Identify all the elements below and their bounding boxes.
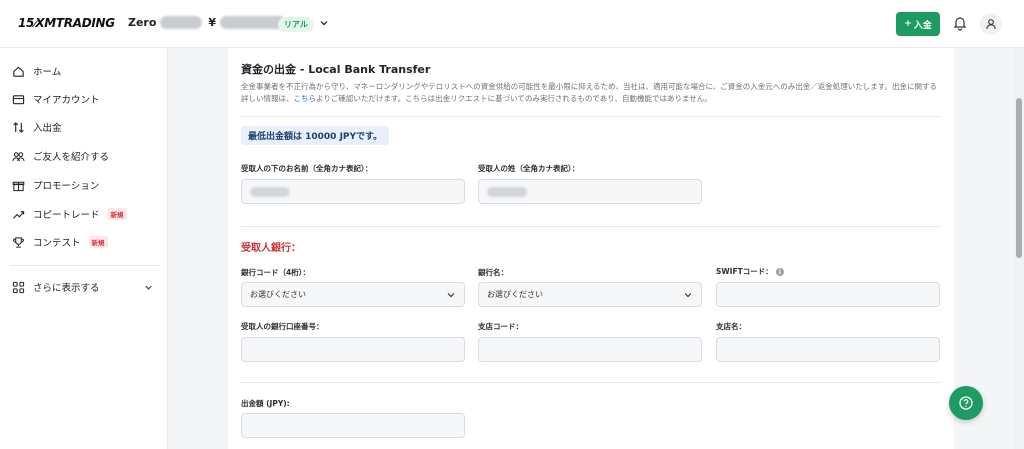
sidebar: ホーム マイアカウント 入出金 ご友人を紹介する プロモーション コピートレード…	[0, 48, 168, 449]
people-icon	[12, 151, 25, 161]
sidebar-item-refer-friends[interactable]: ご友人を紹介する	[12, 146, 162, 166]
withdrawal-description: 全金事業者を不正行為から守り、マネーロンダリングやテロリストへの資金供給の可能性…	[241, 82, 937, 103]
divider	[241, 226, 941, 227]
divider	[241, 116, 941, 117]
minimum-amount-note: 最低出金額は 10000 JPYです。	[241, 126, 390, 145]
chevron-down-icon[interactable]	[143, 282, 154, 293]
amount-label: 出金額 (JPY):	[241, 399, 290, 408]
new-tag: 新規	[88, 236, 108, 248]
last-name-label: 受取人の姓（全角カナ表記）：	[478, 164, 580, 173]
branch-code-input[interactable]	[478, 337, 702, 362]
bank-code-select[interactable]: お選びください	[241, 282, 465, 307]
plus-icon: +	[904, 19, 912, 29]
balance-blurred	[220, 16, 287, 29]
chevron-down-icon	[447, 293, 455, 298]
wallet-icon	[12, 94, 25, 104]
swift-code-input[interactable]	[716, 282, 940, 307]
grid-icon	[12, 281, 25, 293]
branch-name-input[interactable]	[716, 337, 940, 362]
home-icon	[13, 66, 24, 77]
info-icon[interactable]: i	[775, 268, 784, 276]
details-link[interactable]: こちら	[294, 94, 317, 103]
bell-icon[interactable]	[952, 15, 968, 31]
swift-code-label: SWIFTコード： i	[716, 266, 784, 277]
sidebar-item-home[interactable]: ホーム	[12, 61, 162, 81]
scrollbar-thumb[interactable]	[1016, 98, 1022, 258]
trend-icon	[12, 210, 25, 219]
deposit-button[interactable]: + 入金	[896, 12, 940, 36]
account-type: Zero	[128, 16, 157, 29]
user-menu-button[interactable]	[980, 13, 1002, 35]
account-badge: リアル	[278, 17, 314, 32]
sidebar-item-deposit-withdrawal[interactable]: 入出金	[12, 117, 162, 137]
transfer-icon	[13, 121, 24, 133]
top-bar: 15⁄XMTRADING Zero ¥ リアル + 入金	[0, 0, 1024, 48]
sidebar-item-show-more[interactable]: さらに表示する	[12, 277, 162, 297]
gift-icon	[12, 181, 25, 191]
last-name-blurred	[487, 186, 527, 197]
divider	[241, 382, 941, 383]
withdrawal-form-card	[228, 48, 954, 449]
branch-name-label: 支店名：	[716, 322, 746, 331]
first-name-label: 受取人の下のお名前（全角カナ表記）：	[241, 164, 373, 173]
branch-code-label: 支店コード：	[478, 322, 523, 331]
account-number-input[interactable]	[241, 337, 465, 362]
trophy-icon	[13, 236, 24, 248]
account-selector[interactable]: Zero ¥	[128, 16, 287, 29]
chevron-down-icon	[684, 293, 692, 298]
xm-logo[interactable]: 15⁄XMTRADING	[18, 16, 115, 30]
sidebar-item-my-account[interactable]: マイアカウント	[12, 89, 162, 109]
bank-name-select[interactable]: お選びください	[478, 282, 702, 307]
amount-input[interactable]	[241, 413, 465, 438]
chevron-down-icon[interactable]	[318, 17, 330, 29]
bank-name-label: 銀行名：	[478, 268, 508, 277]
help-chat-button[interactable]	[949, 386, 983, 420]
account-number-label: 受取人の銀行口座番号：	[241, 322, 324, 331]
account-number-blurred	[160, 16, 203, 29]
last-name-input[interactable]	[478, 179, 702, 204]
first-name-input[interactable]	[241, 179, 465, 204]
user-icon	[986, 19, 996, 30]
help-icon	[959, 396, 973, 410]
first-name-blurred	[250, 186, 290, 197]
currency-symbol: ¥	[208, 16, 217, 29]
recipient-bank-heading: 受取人銀行：	[241, 243, 301, 254]
sidebar-item-copy-trade[interactable]: コピートレード 新規	[12, 204, 162, 224]
new-tag: 新規	[107, 208, 127, 220]
sidebar-item-contest[interactable]: コンテスト 新規	[12, 232, 162, 252]
sidebar-divider	[10, 265, 160, 266]
bank-code-label: 銀行コード（4桁）：	[241, 268, 310, 277]
sidebar-item-promotions[interactable]: プロモーション	[12, 175, 162, 195]
page-title: 資金の出金 - Local Bank Transfer	[241, 63, 431, 76]
